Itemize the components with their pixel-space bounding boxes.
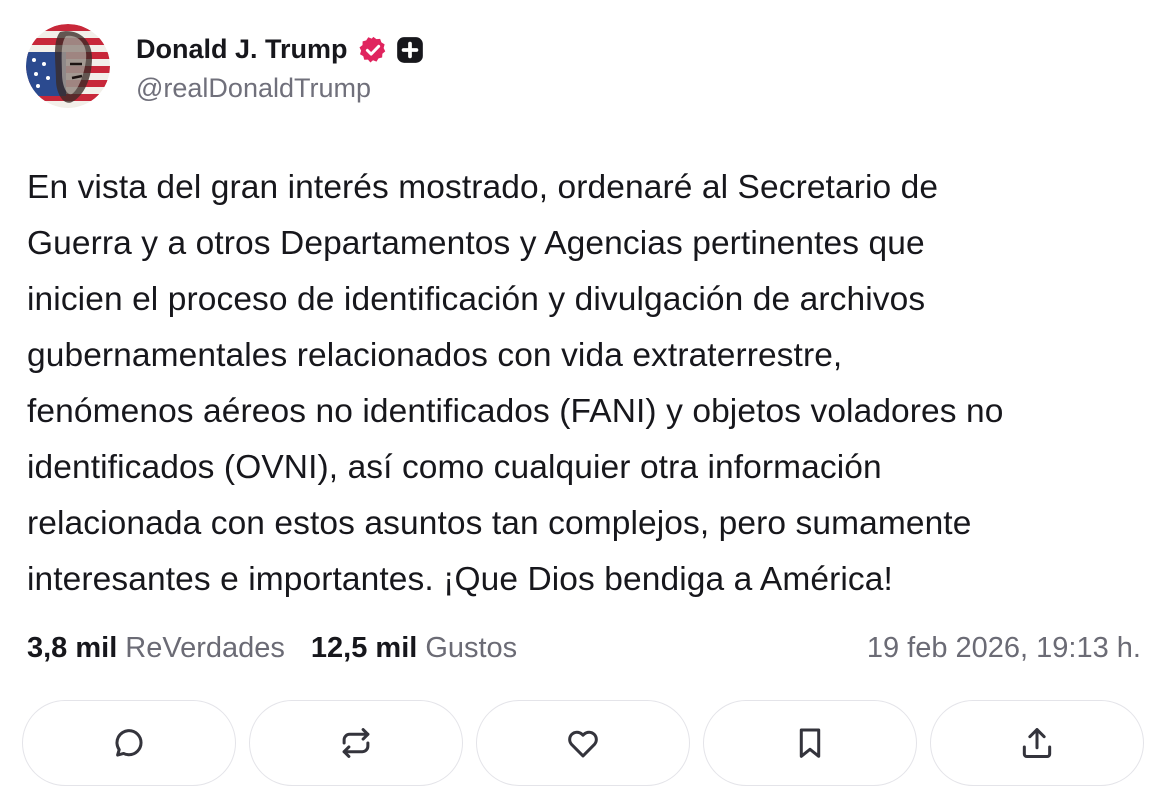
likes-label[interactable]: Gustos	[425, 632, 517, 665]
heart-icon	[568, 730, 598, 758]
reposts-label[interactable]: ReVerdades	[125, 632, 285, 665]
likes-count[interactable]: 12,5 mil	[311, 632, 417, 665]
post-body: En vista del gran interés mostrado, orde…	[27, 160, 1147, 608]
author-handle[interactable]: @realDonaldTrump	[136, 73, 424, 104]
author-display-name[interactable]: Donald J. Trump	[136, 34, 348, 65]
post-line: En vista del gran interés mostrado, orde…	[27, 169, 939, 206]
post-line: fenómenos aéreos no identificados (FANI)…	[27, 393, 1004, 430]
name-row: Donald J. Trump	[136, 29, 424, 71]
post-line: inicien el proceso de identificación y d…	[27, 281, 926, 318]
post-card: Donald J. Trump @realDonaldTrump En vist…	[0, 0, 1166, 806]
share-button[interactable]	[930, 700, 1144, 786]
avatar[interactable]	[26, 24, 110, 108]
like-button[interactable]	[476, 700, 690, 786]
reply-button[interactable]	[22, 700, 236, 786]
post-header: Donald J. Trump @realDonaldTrump	[26, 24, 424, 108]
repost-icon	[342, 728, 370, 758]
post-line: Guerra y a otros Departamentos y Agencia…	[27, 225, 925, 262]
post-timestamp: 19 feb 2026, 19:13 h.	[866, 631, 1141, 664]
avatar-flag-portrait-icon	[26, 24, 110, 108]
verified-badge-icon	[359, 36, 385, 62]
reply-icon	[115, 729, 143, 757]
post-line: interesantes e importantes. ¡Que Dios be…	[27, 561, 893, 598]
reposts-count[interactable]: 3,8 mil	[27, 632, 117, 665]
bookmark-icon	[799, 728, 821, 758]
post-stats: 3,8 mil ReVerdades 12,5 mil Gustos 19 fe…	[27, 626, 1141, 670]
action-bar	[22, 700, 1144, 788]
post-line: gubernamentales relacionados con vida ex…	[27, 337, 843, 374]
post-line: identificados (OVNI), así como cualquier…	[27, 449, 882, 486]
share-icon	[1022, 728, 1052, 758]
post-line: relacionada con estos asuntos tan comple…	[27, 505, 972, 542]
repost-button[interactable]	[249, 700, 463, 786]
plus-badge-icon	[396, 36, 423, 63]
author-identity: Donald J. Trump @realDonaldTrump	[136, 29, 424, 104]
bookmark-button[interactable]	[703, 700, 917, 786]
